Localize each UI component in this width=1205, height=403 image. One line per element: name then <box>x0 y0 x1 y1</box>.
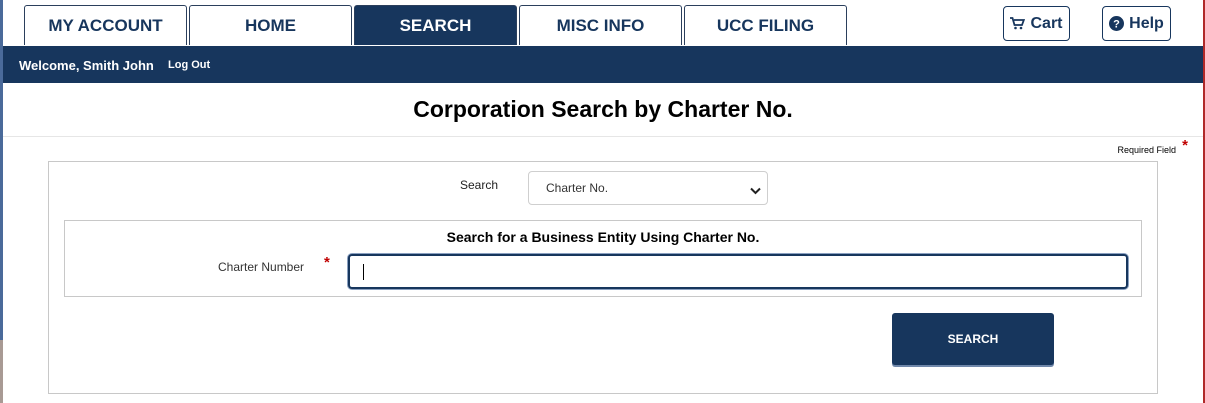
search-type-label: Search <box>460 178 499 192</box>
shopping-cart-icon <box>1010 17 1026 30</box>
tab-misc-info[interactable]: MISC INFO <box>519 5 682 45</box>
svg-text:?: ? <box>1113 19 1120 31</box>
logout-link[interactable]: Log Out <box>168 59 210 71</box>
page-title: Corporation Search by Charter No. <box>413 96 793 122</box>
question-circle-icon: ? <box>1109 16 1125 31</box>
tab-ucc-filing[interactable]: UCC FILING <box>684 5 847 45</box>
search-type-select[interactable]: Charter No. <box>528 171 768 205</box>
cart-label: Cart <box>1030 14 1063 32</box>
charter-number-input[interactable] <box>348 254 1128 289</box>
help-label: Help <box>1129 14 1164 32</box>
charter-number-label: Charter Number <box>218 260 305 274</box>
required-field-note: Required Field <box>1117 145 1176 155</box>
tab-search[interactable]: SEARCH <box>354 5 517 45</box>
charter-search-section: Search for a Business Entity Using Chart… <box>64 220 1142 297</box>
search-type-value: Charter No. <box>546 181 609 195</box>
search-button[interactable]: SEARCH <box>892 313 1054 365</box>
welcome-text: Welcome, Smith John <box>19 58 154 73</box>
user-bar: Welcome, Smith John Log Out <box>3 46 1203 83</box>
required-marker: * <box>1182 137 1188 154</box>
section-title: Search for a Business Entity Using Chart… <box>446 229 760 245</box>
background-edge <box>0 340 3 403</box>
text-caret <box>363 264 364 280</box>
search-panel: Search Charter No. Search for a Business… <box>48 161 1158 394</box>
chevron-down-icon <box>750 184 761 198</box>
required-marker: * <box>324 254 330 271</box>
tab-home[interactable]: HOME <box>189 5 352 45</box>
cart-button[interactable]: Cart <box>1003 6 1070 41</box>
divider <box>3 136 1203 137</box>
help-button[interactable]: ? Help <box>1102 6 1171 41</box>
tab-my-account[interactable]: MY ACCOUNT <box>24 5 187 45</box>
